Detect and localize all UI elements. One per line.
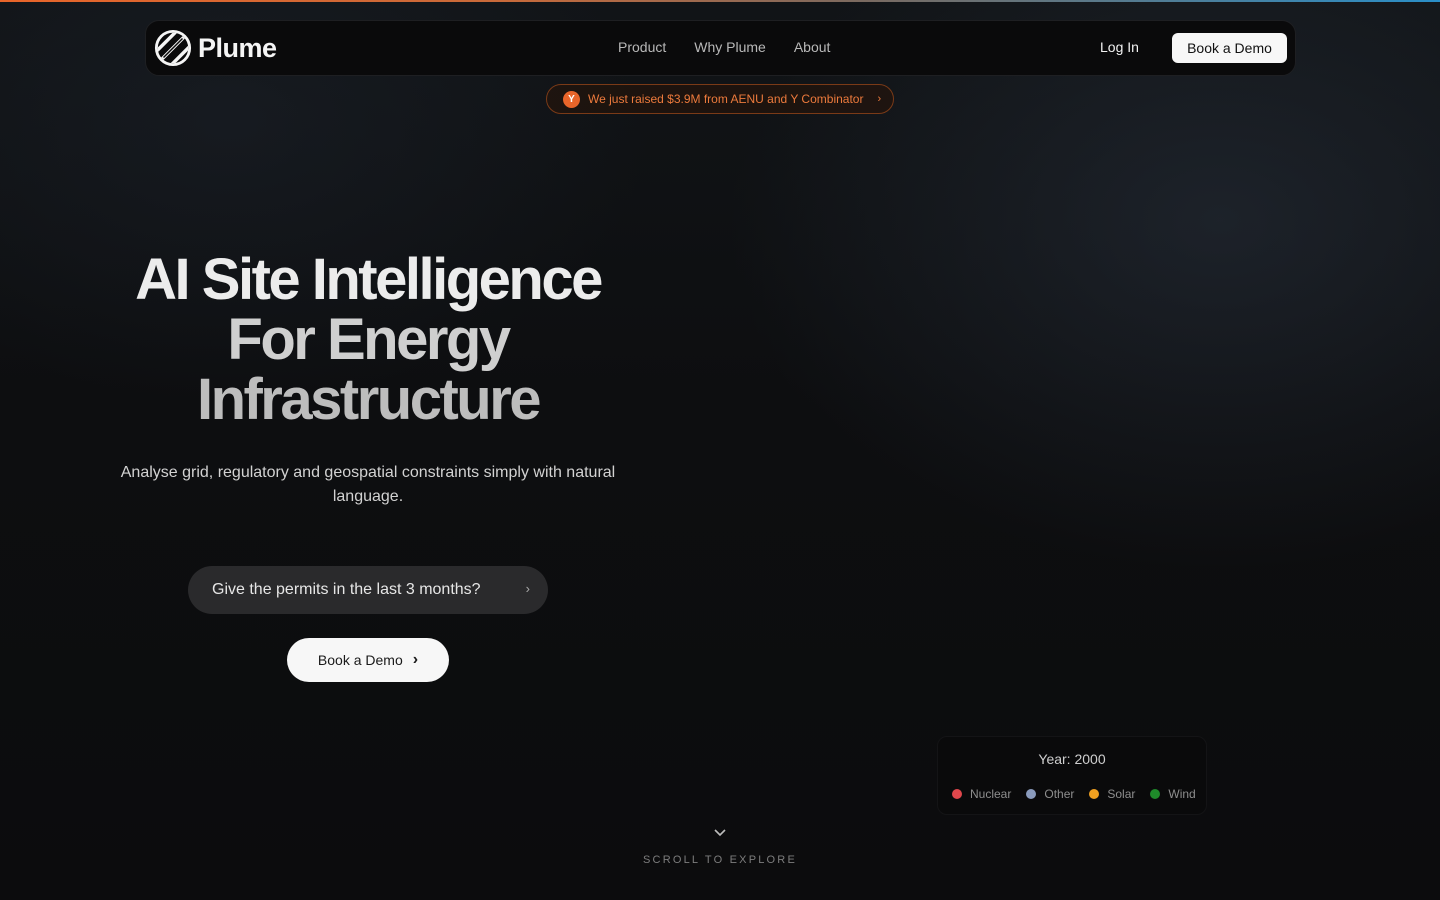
plume-logo-icon [154,29,192,67]
legend-label: Other [1044,787,1075,801]
page-background [0,0,1440,900]
wind-dot-icon [1150,789,1161,799]
top-gradient-line [0,0,1440,2]
map-legend-card: Year: 2000 Nuclear Other Solar Wind [937,736,1207,815]
nav-link-about[interactable]: About [794,39,831,55]
legend-label: Solar [1107,787,1136,801]
legend-label: Nuclear [970,787,1012,801]
announcement-text: We just raised $3.9M from AENU and Y Com… [588,92,864,106]
legend-item-nuclear[interactable]: Nuclear [952,787,1011,801]
nuclear-dot-icon [952,789,962,799]
y-combinator-icon: Y [563,90,580,108]
scroll-label: SCROLL TO EXPLORE [643,854,797,866]
nav-link-why-plume[interactable]: Why Plume [694,39,766,55]
legend-item-wind[interactable]: Wind [1150,787,1196,801]
solar-dot-icon [1089,789,1100,799]
chevron-down-icon [714,829,726,837]
hero-title: AI Site Intelligence For Energy Infrastr… [90,250,646,430]
legend-item-other[interactable]: Other [1026,787,1074,801]
query-text: Give the permits in the last 3 months? [212,581,481,598]
brand-logo[interactable]: Plume [154,29,277,67]
legend-items: Nuclear Other Solar Wind [952,787,1196,801]
chevron-right-icon: › [877,93,882,105]
hero-book-demo-label: Book a Demo [317,652,403,668]
chevron-right-icon: › [412,651,419,668]
scroll-indicator[interactable]: SCROLL TO EXPLORE [0,826,1440,866]
hero-title-line: For Energy [227,307,511,372]
year-label: Year: 2000 [1038,751,1106,767]
navbar: Plume Product Why Plume About Log In Boo… [145,20,1296,76]
hero-title-line: AI Site Intelligence [135,247,603,312]
nav-links: Product Why Plume About [618,39,830,55]
example-query-input[interactable]: Give the permits in the last 3 months? › [188,566,548,614]
other-dot-icon [1026,789,1037,799]
nav-book-demo-button[interactable]: Book a Demo [1172,33,1287,63]
brand-name: Plume [198,32,277,63]
legend-label: Wind [1168,787,1196,801]
hero-book-demo-button[interactable]: Book a Demo › [287,638,449,682]
submit-chevron-icon[interactable]: › [526,581,530,596]
hero-subtitle: Analyse grid, regulatory and geospatial … [120,464,616,505]
hero-title-line: Infrastructure [196,367,542,432]
login-link[interactable]: Log In [1100,39,1139,55]
nav-link-product[interactable]: Product [618,39,666,55]
legend-item-solar[interactable]: Solar [1089,787,1135,801]
funding-announcement[interactable]: Y We just raised $3.9M from AENU and Y C… [546,84,894,114]
